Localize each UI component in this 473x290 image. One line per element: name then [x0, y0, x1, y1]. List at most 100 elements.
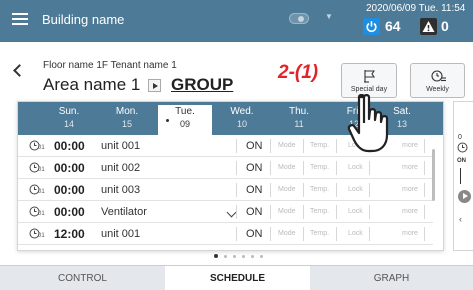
row-mode[interactable]: Mode	[278, 164, 296, 171]
clock-list-icon	[431, 70, 446, 82]
row-mode[interactable]: Mode	[278, 186, 296, 193]
row-mode[interactable]: Mode	[278, 230, 296, 237]
weekly-button[interactable]: Weekly	[410, 63, 465, 98]
special-day-label: Special day	[350, 86, 388, 93]
divider	[303, 183, 304, 197]
row-unit-name: unit 002	[101, 162, 141, 174]
schedule-row[interactable]: 01 00:00 Ventilator ON Mode Temp. Lock m…	[18, 201, 433, 223]
schedule-row[interactable]: 01 00:00 unit 003 ON Mode Temp. Lock mor…	[18, 179, 433, 201]
day-tab-thu[interactable]: Thu. 11	[272, 105, 326, 131]
play-icon[interactable]	[148, 79, 161, 92]
divider	[336, 139, 337, 153]
row-more[interactable]: more	[402, 142, 418, 149]
row-more[interactable]: more	[402, 208, 418, 215]
play-circle-icon[interactable]	[458, 190, 471, 203]
row-temp[interactable]: Temp.	[310, 186, 329, 193]
divider	[236, 161, 237, 175]
row-time[interactable]: 00:00	[54, 183, 85, 197]
day-tab-wed[interactable]: Wed. 10	[215, 105, 269, 131]
row-lock[interactable]: Lock	[348, 208, 363, 215]
row-time[interactable]: 00:00	[54, 161, 85, 175]
row-onoff[interactable]: ON	[246, 184, 263, 196]
divider	[369, 205, 370, 219]
chevron-down-icon[interactable]	[226, 207, 237, 218]
divider	[369, 183, 370, 197]
day-number: 14	[63, 119, 74, 129]
power-icon[interactable]	[363, 18, 380, 35]
day-tab-tue[interactable]: Tue. 09	[158, 105, 212, 135]
day-tab-mon[interactable]: Mon. 15	[100, 105, 154, 131]
row-sub-index: 01	[38, 233, 45, 239]
day-name: Sun.	[58, 106, 80, 117]
day-number: 15	[121, 119, 132, 129]
tab-schedule[interactable]: SCHEDULE	[165, 266, 310, 290]
row-more[interactable]: more	[402, 230, 418, 237]
row-onoff[interactable]: ON	[246, 206, 263, 218]
row-more[interactable]: more	[402, 164, 418, 171]
page-dot[interactable]	[251, 255, 254, 258]
datetime-display: 2020/06/09 Tue. 11:54	[366, 3, 466, 14]
page-dot[interactable]	[224, 255, 227, 258]
row-sub-index: 01	[38, 145, 45, 151]
back-arrow-icon[interactable]	[13, 64, 26, 77]
day-number: 09	[179, 119, 190, 129]
pagination-dots	[214, 254, 274, 260]
page-dot-active[interactable]	[214, 254, 218, 258]
row-more[interactable]: more	[402, 186, 418, 193]
divider	[336, 161, 337, 175]
clock-icon	[457, 142, 468, 153]
building-name[interactable]: Building name	[42, 12, 124, 27]
page-dot[interactable]	[260, 255, 263, 258]
divider	[336, 205, 337, 219]
row-onoff[interactable]: ON	[246, 140, 263, 152]
schedule-row[interactable]: 01 00:00 unit 002 ON Mode Temp. Lock mor…	[18, 157, 433, 179]
next-panel-peek[interactable]: 0 ON ‹	[453, 101, 473, 251]
day-number: 10	[236, 119, 247, 129]
page-dot[interactable]	[233, 255, 236, 258]
row-sub-index: 01	[38, 189, 45, 195]
row-unit-name: unit 001	[101, 140, 141, 152]
menu-icon[interactable]	[12, 13, 28, 26]
row-unit-name: Ventilator	[101, 206, 147, 218]
peek-on-label: ON	[457, 158, 466, 164]
row-lock[interactable]: Lock	[348, 186, 363, 193]
row-mode[interactable]: Mode	[278, 208, 296, 215]
row-unit-name: unit 001	[101, 228, 141, 240]
day-tab-sun[interactable]: Sun. 14	[42, 105, 96, 131]
flag-icon	[364, 70, 376, 83]
floor-name: Floor name 1F Tenant name 1	[43, 60, 177, 71]
toggle-icon[interactable]	[289, 13, 309, 24]
divider	[460, 168, 461, 184]
row-temp[interactable]: Temp.	[310, 164, 329, 171]
divider	[236, 205, 237, 219]
page-dot[interactable]	[242, 255, 245, 258]
row-mode[interactable]: Mode	[278, 142, 296, 149]
divider	[303, 227, 304, 241]
row-time[interactable]: 00:00	[54, 205, 85, 219]
divider	[303, 161, 304, 175]
group-link[interactable]: GROUP	[171, 75, 233, 95]
schedule-row[interactable]: 01 12:00 unit 001 ON Mode Temp. Lock mor…	[18, 223, 433, 245]
scrollbar[interactable]	[432, 149, 435, 201]
row-temp[interactable]: Temp.	[310, 230, 329, 237]
top-bar: Building name ▼ 2020/06/09 Tue. 11:54 64…	[0, 0, 473, 42]
power-on-count: 64	[385, 18, 401, 34]
tab-graph[interactable]: GRAPH	[310, 266, 473, 290]
row-lock[interactable]: Lock	[348, 230, 363, 237]
row-time[interactable]: 12:00	[54, 227, 85, 241]
divider	[270, 161, 271, 175]
peek-zero-label: 0	[458, 134, 462, 141]
row-onoff[interactable]: ON	[246, 162, 263, 174]
row-temp[interactable]: Temp.	[310, 208, 329, 215]
row-time[interactable]: 00:00	[54, 139, 85, 153]
tab-control[interactable]: CONTROL	[0, 266, 165, 290]
row-lock[interactable]: Lock	[348, 164, 363, 171]
day-name: Mon.	[115, 106, 139, 117]
row-onoff[interactable]: ON	[246, 228, 263, 240]
chevron-down-icon[interactable]: ▼	[325, 12, 333, 21]
divider	[424, 139, 425, 153]
alert-icon[interactable]	[420, 18, 437, 35]
divider	[424, 161, 425, 175]
divider	[424, 183, 425, 197]
row-temp[interactable]: Temp.	[310, 142, 329, 149]
